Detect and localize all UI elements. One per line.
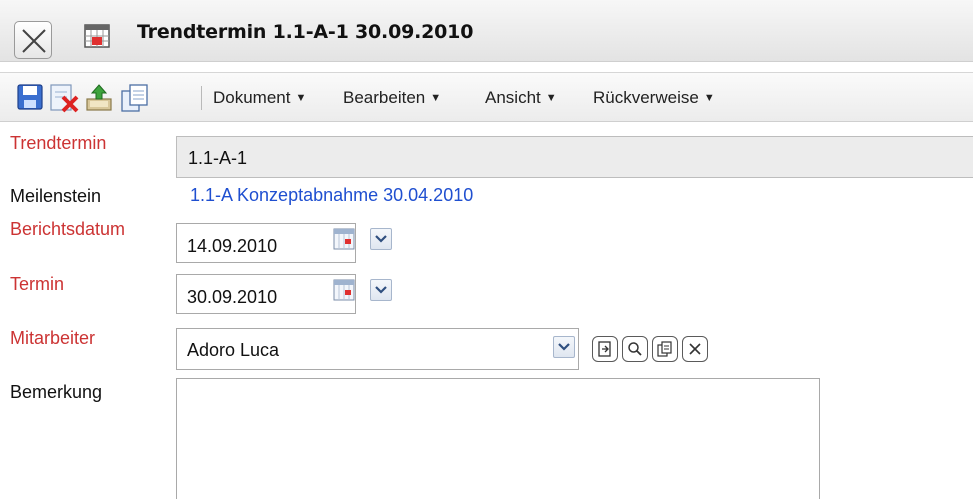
mitarbeiter-clear-button[interactable] — [682, 336, 708, 362]
menu-ansicht[interactable]: Ansicht ▼ — [485, 88, 557, 108]
berichtsdatum-dropdown-button[interactable] — [370, 228, 392, 250]
caret-down-icon: ▼ — [295, 92, 307, 104]
calendar-picker-icon[interactable] — [333, 279, 355, 301]
termin-dropdown-button[interactable] — [370, 279, 392, 301]
bemerkung-label: Bemerkung — [10, 382, 103, 402]
trendtermin-label: Trendtermin — [10, 133, 107, 153]
close-icon — [22, 29, 46, 53]
upload-icon[interactable] — [84, 83, 114, 113]
meilenstein-label: Meilenstein — [10, 186, 102, 206]
menu-label: Dokument — [213, 88, 291, 107]
menu-bearbeiten[interactable]: Bearbeiten ▼ — [343, 88, 441, 108]
termin-value: 30.09.2010 — [187, 287, 278, 307]
open-icon — [598, 341, 611, 357]
mitarbeiter-dropdown-button[interactable] — [553, 336, 575, 358]
berichtsdatum-label: Berichtsdatum — [10, 219, 126, 239]
menu-label: Ansicht — [485, 88, 541, 107]
termin-input[interactable]: 30.09.2010 — [176, 274, 356, 314]
mitarbeiter-label: Mitarbeiter — [10, 328, 96, 348]
berichtsdatum-input[interactable]: 14.09.2010 — [176, 223, 356, 263]
mitarbeiter-open-button[interactable] — [592, 336, 618, 362]
trendtermin-value: 1.1-A-1 — [188, 148, 248, 168]
mitarbeiter-select[interactable]: Adoro Luca — [176, 328, 579, 370]
window-title: Trendtermin 1.1-A-1 30.09.2010 — [137, 21, 474, 43]
caret-down-icon: ▼ — [703, 92, 715, 104]
toolbar: Dokument ▼ Bearbeiten ▼ Ansicht ▼ Rückverwe… — [0, 72, 973, 122]
copy-icon[interactable] — [120, 83, 150, 113]
toolbar-separator — [201, 86, 202, 110]
mitarbeiter-copy-button[interactable] — [652, 336, 678, 362]
chevron-down-icon — [375, 235, 387, 243]
calendar-icon — [84, 24, 110, 48]
clear-icon — [689, 343, 701, 355]
copy-icon — [657, 341, 672, 357]
delete-icon[interactable] — [49, 83, 81, 113]
menu-rueckverweise[interactable]: Rückverweise ▼ — [593, 88, 715, 108]
mitarbeiter-search-button[interactable] — [622, 336, 648, 362]
bemerkung-textarea[interactable] — [176, 378, 820, 499]
chevron-down-icon — [558, 343, 570, 351]
chevron-down-icon — [375, 286, 387, 294]
berichtsdatum-value: 14.09.2010 — [187, 236, 278, 256]
menu-label: Bearbeiten — [343, 88, 426, 107]
mitarbeiter-value: Adoro Luca — [187, 340, 280, 360]
title-bar: Trendtermin 1.1-A-1 30.09.2010 — [0, 0, 973, 62]
termin-label: Termin — [10, 274, 65, 294]
trendtermin-field: 1.1-A-1 — [176, 136, 973, 178]
meilenstein-link[interactable]: 1.1-A Konzeptabnahme 30.04.2010 — [190, 185, 473, 206]
caret-down-icon: ▼ — [545, 92, 557, 104]
menu-label: Rückverweise — [593, 88, 699, 107]
close-button[interactable] — [14, 21, 52, 59]
save-icon[interactable] — [16, 83, 44, 111]
calendar-picker-icon[interactable] — [333, 228, 355, 250]
menu-dokument[interactable]: Dokument ▼ — [213, 88, 306, 108]
search-icon — [628, 342, 642, 356]
caret-down-icon: ▼ — [430, 92, 442, 104]
